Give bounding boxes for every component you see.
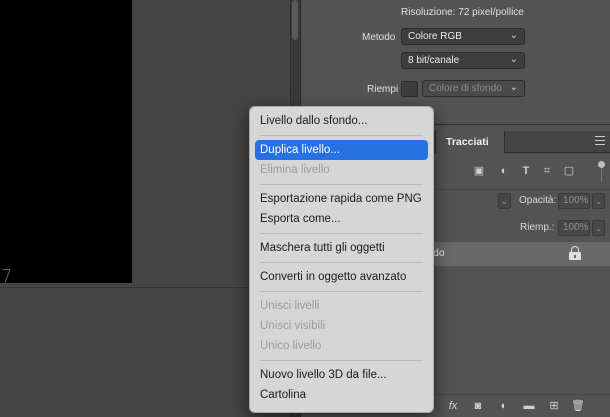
metodo-label: Metodo — [362, 32, 396, 43]
menu-separator — [260, 233, 423, 234]
menu-item-maschera-tutti-gli-oggetti[interactable]: Maschera tutti gli oggetti — [255, 238, 428, 258]
bit-depth-value: 8 bit/canale — [408, 55, 460, 66]
layer-name: do — [433, 247, 445, 259]
menu-item-cartolina[interactable]: Cartolina — [255, 385, 428, 405]
document-canvas[interactable] — [0, 0, 290, 417]
menu-separator — [260, 135, 423, 136]
menu-item-unisci-visibili: Unisci visibili — [260, 320, 326, 332]
riempi-label: Riempi — [367, 84, 399, 95]
menu-item-duplica-livello[interactable]: Duplica livello... — [255, 140, 428, 160]
metodo-value: Colore RGB — [408, 31, 462, 42]
blend-mode-chevron[interactable]: ⌄ — [498, 193, 511, 209]
fill-label: Riemp.: — [520, 222, 555, 233]
riempi-value: Colore di sfondo — [429, 83, 502, 94]
add-mask-icon[interactable]: ◙ — [471, 399, 485, 413]
type-filter-icon[interactable]: T — [520, 165, 532, 177]
fill-color-swatch[interactable] — [401, 81, 418, 97]
panel-menu-icon[interactable] — [595, 136, 605, 145]
trash-icon[interactable]: 🗑 — [571, 399, 585, 413]
menu-item-esportazione-rapida-come-png[interactable]: Esportazione rapida come PNG — [255, 189, 428, 209]
bit-depth-select[interactable]: 8 bit/canale ⌄ — [401, 52, 525, 69]
menu-separator — [260, 184, 423, 185]
opacity-label: Opacità: — [519, 195, 557, 206]
image-edge — [0, 269, 11, 283]
filter-toggle[interactable] — [598, 161, 605, 183]
smart-object-filter-icon[interactable]: ▢ — [563, 165, 575, 177]
resolution-text: Risoluzione: 72 pixel/pollice — [401, 7, 524, 18]
opacity-chevron[interactable]: ⌄ — [592, 193, 605, 209]
scrollbar-thumb[interactable] — [292, 0, 298, 40]
tab-tracciati[interactable]: Tracciati — [435, 131, 505, 153]
fill-chevron[interactable]: ⌄ — [592, 220, 605, 236]
menu-separator — [260, 291, 423, 292]
image-filter-icon[interactable]: ▣ — [473, 165, 485, 177]
new-group-icon[interactable]: ▬ — [522, 399, 536, 413]
chevron-down-icon: ⌄ — [509, 82, 518, 93]
lock-icon[interactable] — [569, 246, 581, 260]
new-adjustment-icon[interactable]: ◐ — [497, 399, 511, 413]
adjustment-filter-icon[interactable]: ◐ — [498, 165, 510, 177]
menu-item-nuovo-livello-3d-da-file[interactable]: Nuovo livello 3D da file... — [255, 365, 428, 385]
fill-field[interactable]: 100% — [558, 220, 590, 236]
shape-filter-icon[interactable]: ⌗ — [541, 165, 553, 177]
menu-item-elimina-livello: Elimina livello — [260, 164, 330, 176]
menu-item-converti-in-oggetto-avanzato[interactable]: Converti in oggetto avanzato — [255, 267, 428, 287]
fx-icon[interactable]: fx — [446, 399, 460, 413]
layer-context-menu: Livello dallo sfondo... Duplica livello..… — [249, 106, 434, 413]
menu-separator — [260, 262, 423, 263]
chevron-down-icon: ⌄ — [509, 54, 518, 65]
menu-item-livello-dallo-sfondo[interactable]: Livello dallo sfondo... — [255, 111, 428, 131]
opacity-field[interactable]: 100% — [558, 193, 590, 209]
canvas-image — [0, 0, 132, 283]
menu-item-unico-livello: Unico livello — [260, 340, 322, 352]
metodo-select[interactable]: Colore RGB ⌄ — [401, 28, 525, 45]
menu-item-esporta-come[interactable]: Esporta come... — [255, 209, 428, 229]
menu-item-unisci-livelli: Unisci livelli — [260, 300, 320, 312]
new-layer-icon[interactable]: ⊞ — [547, 399, 561, 413]
canvas-divider — [0, 287, 290, 288]
chevron-down-icon: ⌄ — [509, 30, 518, 41]
menu-separator — [260, 360, 423, 361]
riempi-select[interactable]: Colore di sfondo ⌄ — [422, 80, 525, 97]
